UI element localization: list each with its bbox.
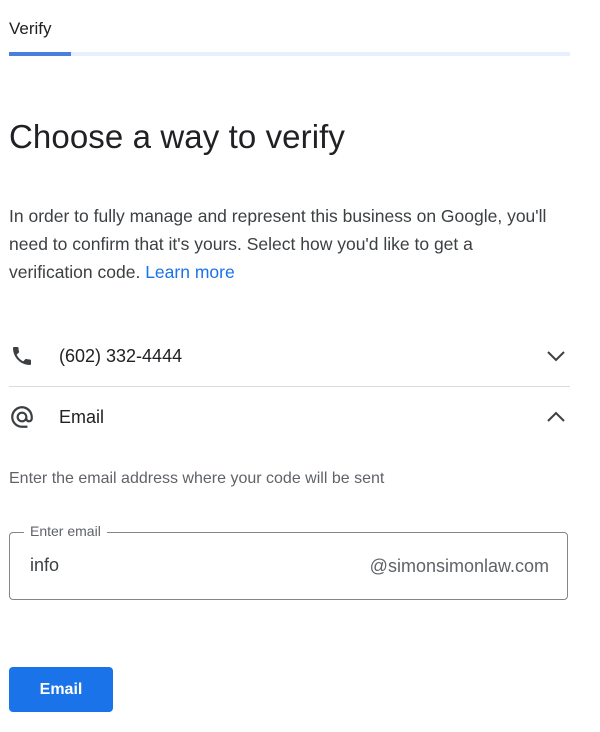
intro-paragraph: In order to fully manage and represent t…: [9, 202, 549, 286]
chevron-down-icon[interactable]: [544, 344, 568, 368]
email-option[interactable]: Email: [9, 387, 570, 447]
learn-more-link[interactable]: Learn more: [145, 262, 235, 282]
email-helper-text: Enter the email address where your code …: [9, 470, 385, 487]
at-sign-icon: [9, 404, 35, 430]
email-option-label: Email: [59, 406, 105, 427]
email-field[interactable]: Enter email @simonsimonlaw.com: [9, 523, 568, 600]
phone-option[interactable]: (602) 332-4444: [9, 326, 570, 387]
phone-number-label: (602) 332-4444: [59, 345, 183, 366]
email-field-label: Enter email: [24, 523, 107, 539]
email-input[interactable]: [30, 555, 280, 576]
email-submit-button[interactable]: Email: [9, 667, 113, 712]
email-domain-suffix: @simonsimonlaw.com: [369, 556, 549, 576]
phone-icon: [9, 343, 35, 369]
chevron-up-icon[interactable]: [544, 405, 568, 429]
page-title: Choose a way to verify: [9, 118, 346, 155]
progress-bar: [9, 52, 570, 56]
progress-bar-fill: [9, 52, 71, 56]
header-title: Verify: [9, 19, 52, 38]
intro-text: In order to fully manage and represent t…: [9, 206, 547, 282]
